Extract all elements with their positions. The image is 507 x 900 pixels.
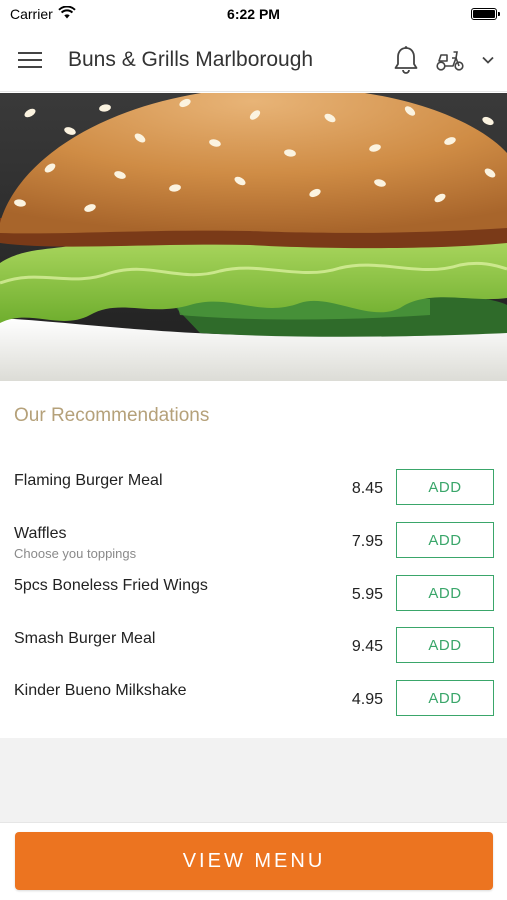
status-bar: Carrier 6:22 PM xyxy=(0,0,507,28)
carrier-label: Carrier xyxy=(10,6,53,22)
item-subtitle: Choose you toppings xyxy=(14,546,137,561)
item-name: Flaming Burger Meal xyxy=(14,472,163,489)
wifi-icon xyxy=(58,5,76,22)
list-item: Kinder Bueno Milkshake 4.95 ADD xyxy=(0,680,507,730)
item-name: 5pcs Boneless Fried Wings xyxy=(14,577,208,594)
list-item: 5pcs Boneless Fried Wings 5.95 ADD xyxy=(0,575,507,625)
battery-icon xyxy=(471,8,500,20)
hamburger-menu-icon[interactable] xyxy=(12,42,48,78)
item-price: 7.95 xyxy=(351,533,383,550)
item-name: Kinder Bueno Milkshake xyxy=(14,682,187,699)
add-button[interactable]: ADD xyxy=(396,627,494,663)
view-menu-button[interactable]: VIEW MENU xyxy=(15,832,493,890)
status-right xyxy=(327,8,500,20)
delivery-scooter-icon[interactable] xyxy=(435,48,465,72)
item-price: 4.95 xyxy=(351,691,383,708)
footer-bar: VIEW MENU xyxy=(0,822,507,900)
add-button[interactable]: ADD xyxy=(396,680,494,716)
status-left: Carrier xyxy=(10,5,180,22)
add-button[interactable]: ADD xyxy=(396,469,494,505)
item-price: 9.45 xyxy=(351,638,383,655)
item-name: Smash Burger Meal xyxy=(14,630,156,647)
hero-burger-image xyxy=(0,93,507,381)
item-name: Waffles xyxy=(14,525,67,542)
chevron-down-icon[interactable] xyxy=(481,55,495,65)
list-item: Flaming Burger Meal 8.45 ADD xyxy=(0,469,507,519)
list-item: Waffles Choose you toppings 7.95 ADD xyxy=(0,522,507,572)
item-price: 5.95 xyxy=(351,586,383,603)
add-button[interactable]: ADD xyxy=(396,575,494,611)
item-price: 8.45 xyxy=(351,480,383,497)
nav-actions xyxy=(393,45,495,75)
page-title: Buns & Grills Marlborough xyxy=(68,47,314,71)
nav-bar: Buns & Grills Marlborough xyxy=(0,28,507,92)
notification-bell-icon[interactable] xyxy=(393,45,419,75)
list-item: Smash Burger Meal 9.45 ADD xyxy=(0,627,507,677)
content-background xyxy=(0,738,507,822)
recommendations-heading: Our Recommendations xyxy=(14,405,210,426)
status-time: 6:22 PM xyxy=(227,6,280,22)
recommendations-section: Our Recommendations Flaming Burger Meal … xyxy=(0,381,507,738)
add-button[interactable]: ADD xyxy=(396,522,494,558)
